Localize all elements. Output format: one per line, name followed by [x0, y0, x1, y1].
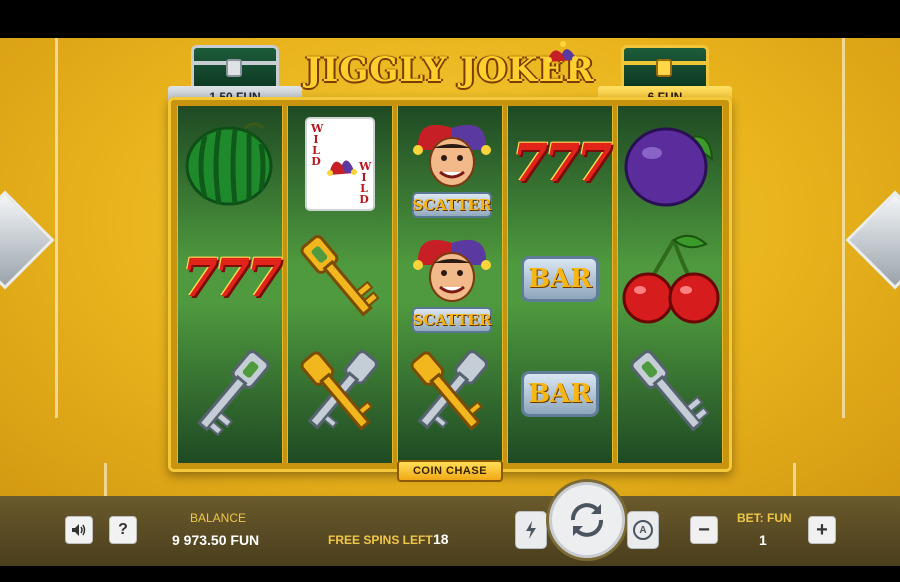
bet-decrease-button[interactable]: − [690, 516, 718, 544]
bet-label: BET: FUN [737, 511, 792, 525]
plum-icon [618, 106, 722, 221]
spin-button[interactable] [549, 482, 625, 558]
seven-text: 777 [511, 133, 613, 194]
bar-text: BAR [521, 255, 599, 302]
seven-text: 777 [181, 248, 283, 309]
reel-5 [617, 106, 723, 463]
crossed-keys-icon [288, 336, 392, 451]
silver-key-icon [618, 336, 722, 451]
autoplay-icon: A [633, 520, 653, 540]
seven-seven-seven-icon: 777 [508, 106, 613, 221]
sound-button[interactable] [65, 516, 93, 544]
coin-chase-badge: COIN CHASE [397, 460, 503, 482]
seven-seven-seven-icon: 777 [178, 221, 283, 336]
spin-arrows-icon [571, 503, 603, 537]
top-black-bar [0, 0, 900, 38]
bg-line [842, 38, 845, 418]
scatter-label: SCATTER [412, 192, 492, 218]
reel-3: SCATTER SCATTER [397, 106, 503, 463]
bottom-black-bar [0, 566, 900, 582]
lightning-icon [526, 521, 536, 539]
joker-scatter-icon: SCATTER [398, 106, 502, 221]
joker-face-icon [413, 124, 491, 187]
bg-line [55, 38, 58, 418]
joker-face-icon [413, 239, 491, 302]
reel-frame: 777 WILD WILD SCATTER SCATTER 777 BAR BA… [168, 97, 732, 472]
gold-key-icon [288, 221, 392, 336]
autoplay-button[interactable]: A [627, 511, 659, 549]
speaker-icon [72, 524, 86, 536]
scatter-label: SCATTER [412, 307, 492, 333]
jester-hat-icon [546, 41, 578, 63]
crossed-keys-icon [398, 336, 502, 451]
joker-scatter-icon: SCATTER [398, 221, 502, 336]
watermelon-icon [178, 106, 282, 221]
free-spins-value: 18 [433, 531, 449, 547]
balance-value: 9 973.50 FUN [172, 532, 260, 548]
bar-icon: BAR [508, 221, 612, 336]
reel-2: WILD WILD [287, 106, 393, 463]
silver-key-icon [178, 336, 282, 451]
wild-text: WILD [359, 159, 372, 206]
free-spins-label: FREE SPINS LEFT [328, 533, 433, 547]
jester-hat-icon [327, 160, 357, 176]
bar-icon: BAR [508, 336, 612, 451]
bar-text: BAR [521, 370, 599, 417]
right-gem-ornament [845, 190, 900, 290]
autoplay-letter: A [639, 524, 647, 536]
bet-value: 1 [759, 532, 767, 548]
wild-text: WILD [311, 121, 324, 168]
balance-label: BALANCE [190, 511, 247, 525]
wild-card-icon: WILD WILD [288, 106, 392, 221]
bg-line [104, 463, 107, 496]
bg-line [793, 463, 796, 496]
turbo-button[interactable] [515, 511, 547, 549]
reel-1: 777 [177, 106, 283, 463]
left-gem-ornament [0, 190, 55, 290]
bet-increase-button[interactable]: + [808, 516, 836, 544]
cherry-icon [618, 221, 722, 336]
help-button[interactable]: ? [109, 516, 137, 544]
reel-4: 777 BAR BAR [507, 106, 613, 463]
